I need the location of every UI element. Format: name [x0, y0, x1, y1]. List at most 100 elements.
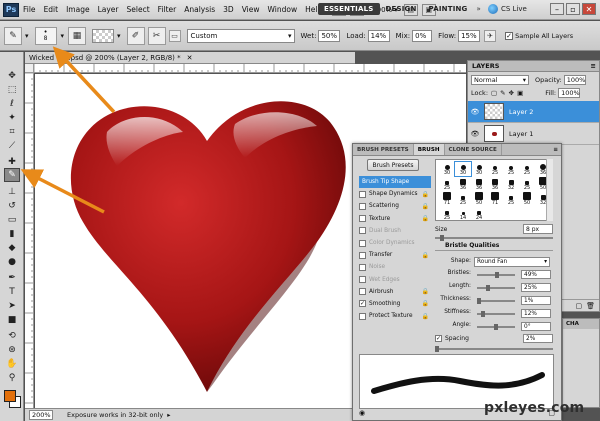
ruler-origin[interactable]	[25, 64, 34, 73]
mix-field[interactable]: 0%	[412, 29, 433, 42]
eyedropper-tool-icon[interactable]: ⟋	[5, 140, 19, 152]
size-slider-track[interactable]	[435, 237, 553, 239]
brush-option-shape-dynamics[interactable]: Shape Dynamics 🔒	[359, 188, 431, 200]
mixer-brush-tool-preset-icon[interactable]: ✎	[4, 26, 22, 45]
option-checkbox[interactable]	[359, 288, 366, 296]
brush-option-dual-brush[interactable]: Dual Brush	[359, 225, 431, 237]
eye-icon[interactable]: 👁	[468, 130, 482, 138]
lock-transparent-icon[interactable]: ▢	[491, 89, 497, 97]
workspace-design[interactable]: DESIGN	[380, 3, 423, 15]
move-tool-icon[interactable]: ✥	[5, 70, 19, 82]
workspace-painting[interactable]: PAINTING	[423, 3, 474, 15]
toggle-brush-panel-icon[interactable]: ▦	[68, 26, 87, 45]
bristles-field[interactable]: 49%	[521, 270, 551, 279]
layer-row-layer-1[interactable]: 👁 Layer 1	[468, 123, 599, 145]
lock-icon[interactable]: 🔒	[422, 300, 429, 307]
workspace-more-icon[interactable]: »	[477, 5, 481, 13]
zoom-tool-icon[interactable]: ⚲	[5, 372, 19, 384]
spacing-slider-handle[interactable]	[435, 346, 439, 352]
option-checkbox[interactable]	[359, 202, 366, 210]
path-selection-tool-icon[interactable]: ➤	[5, 300, 19, 312]
thickness-slider[interactable]	[477, 300, 515, 302]
toggle-bristle-preview-icon[interactable]: ◉	[359, 409, 365, 417]
quick-selection-tool-icon[interactable]: ✦	[5, 112, 19, 124]
gradient-tool-icon[interactable]: ▮	[5, 228, 19, 240]
option-checkbox[interactable]	[359, 312, 366, 320]
option-checkbox[interactable]	[359, 276, 366, 284]
length-field[interactable]: 25%	[521, 283, 551, 292]
vertical-ruler[interactable]	[25, 73, 34, 408]
lock-image-icon[interactable]: ✎	[500, 89, 505, 97]
lock-all-icon[interactable]: ▣	[517, 89, 523, 97]
blend-mode-select[interactable]: Normal ▾	[471, 75, 529, 85]
channels-tab-label[interactable]: CHA	[563, 319, 599, 329]
brush-presets-button[interactable]: Brush Presets	[367, 159, 419, 171]
option-checkbox[interactable]	[359, 215, 366, 223]
lock-icon[interactable]: 🔒	[422, 252, 429, 259]
history-brush-tool-icon[interactable]: ↺	[5, 200, 19, 212]
brush-tip-15[interactable]: 25	[455, 192, 471, 206]
brush-option-wet-edges[interactable]: Wet Edges	[359, 274, 431, 286]
size-field[interactable]: 8 px	[523, 224, 553, 234]
brush-tip-22[interactable]: 14	[455, 207, 471, 221]
brush-tip-23[interactable]: 24	[471, 207, 487, 221]
lock-icon[interactable]: 🔒	[422, 313, 429, 320]
load-brush-icon[interactable]: ✐	[126, 26, 145, 45]
spacing-field[interactable]: 2%	[523, 334, 553, 343]
workspace-essentials[interactable]: ESSENTIALS	[318, 3, 380, 15]
spot-healing-tool-icon[interactable]: ✚	[5, 156, 19, 168]
close-icon[interactable]: ✕	[582, 3, 596, 15]
brush-tip-21[interactable]: 25	[439, 207, 455, 221]
mixer-brush-tool-icon[interactable]: ✎	[4, 168, 20, 182]
brush-option-transfer[interactable]: Transfer 🔒	[359, 249, 431, 261]
brush-tip-grid[interactable]: 30 30 30 25 25 25 36 25 36 36 36 32 25 50 71 25 50 71 25 50…	[435, 159, 553, 221]
brush-tip-16[interactable]: 50	[471, 192, 487, 206]
option-checkbox[interactable]	[359, 190, 366, 198]
menu-item-layer[interactable]: Layer	[94, 5, 123, 14]
menu-item-3d[interactable]: 3D	[219, 5, 238, 14]
foreground-color-swatch[interactable]	[4, 390, 16, 402]
clean-brush-icon[interactable]: ✂	[147, 26, 166, 45]
brush-tip-14[interactable]: 71	[439, 192, 455, 206]
option-checkbox[interactable]	[359, 251, 366, 259]
option-checkbox[interactable]	[359, 263, 366, 271]
blend-presets-select[interactable]: Custom ▾	[186, 28, 295, 43]
layers-tab[interactable]: LAYERS ≡	[468, 61, 599, 72]
brush-tip-0[interactable]: 30	[439, 162, 455, 176]
brush-option-texture[interactable]: Texture 🔒	[359, 213, 431, 225]
wet-field[interactable]: 50%	[318, 29, 341, 42]
menu-item-window[interactable]: Window	[264, 5, 302, 14]
close-icon[interactable]: ✕	[187, 54, 193, 62]
hand-tool-icon[interactable]: ✋	[5, 358, 19, 370]
pen-tool-icon[interactable]: ✒	[5, 272, 19, 284]
fill-field[interactable]: 100%	[558, 88, 581, 98]
bristle-shape-select[interactable]: Round Fan ▾	[474, 257, 550, 267]
size-slider-handle[interactable]	[440, 235, 444, 241]
menu-item-file[interactable]: File	[19, 5, 40, 14]
brush-preset-picker[interactable]: • 8	[34, 26, 57, 45]
clone-stamp-tool-icon[interactable]: ⊥	[5, 186, 19, 198]
option-checkbox[interactable]: ✓	[359, 300, 366, 308]
current-brush-load-swatch[interactable]	[92, 28, 115, 43]
opacity-field[interactable]: 100%	[563, 75, 586, 85]
brush-tip-2[interactable]: 30	[471, 162, 487, 176]
bristles-slider-handle[interactable]	[495, 272, 499, 278]
3d-rotate-tool-icon[interactable]: ⟲	[5, 330, 19, 342]
blur-tool-icon[interactable]: ◆	[5, 242, 19, 254]
document-tab[interactable]: Wicked Gr...psd @ 200% (Layer 2, RGB/8) …	[25, 52, 355, 64]
menu-item-filter[interactable]: Filter	[154, 5, 181, 14]
brush-tip-7[interactable]: 25	[439, 177, 455, 191]
length-slider-handle[interactable]	[486, 285, 490, 291]
lasso-tool-icon[interactable]: ℓ	[5, 98, 19, 110]
panel-menu-icon[interactable]: ≡	[553, 144, 558, 155]
brush-option-brush-tip-shape[interactable]: Brush Tip Shape	[359, 176, 431, 189]
airbrush-icon[interactable]: ✈	[484, 29, 497, 42]
brush-tip-9[interactable]: 36	[471, 177, 487, 191]
brush-tip-10[interactable]: 36	[487, 177, 503, 191]
lock-icon[interactable]: 🔒	[422, 288, 429, 295]
lock-icon[interactable]: 🔒	[422, 203, 429, 210]
brush-tip-17[interactable]: 71	[487, 192, 503, 206]
status-arrow-icon[interactable]: ▸	[167, 411, 170, 419]
brush-option-smoothing[interactable]: ✓ Smoothing 🔒	[359, 298, 431, 310]
chevron-down-icon[interactable]: ▾	[25, 32, 29, 40]
